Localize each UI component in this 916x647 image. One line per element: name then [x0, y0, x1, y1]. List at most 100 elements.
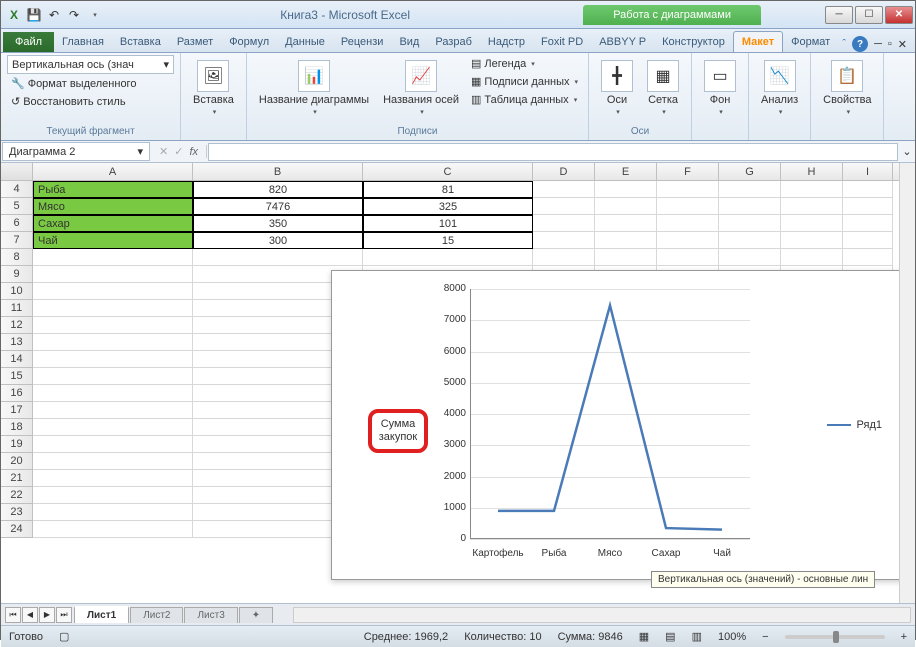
row-header-20[interactable]: 20 — [1, 453, 33, 470]
sheet-tab-3[interactable]: Лист3 — [184, 607, 237, 623]
tab-page-layout[interactable]: Размет — [169, 32, 221, 52]
tab-review[interactable]: Рецензи — [333, 32, 392, 52]
column-header-E[interactable]: E — [595, 163, 657, 180]
column-header-I[interactable]: I — [843, 163, 893, 180]
tab-addins[interactable]: Надстр — [480, 32, 533, 52]
axes-button[interactable]: ╋Оси — [595, 55, 639, 121]
cell-B7[interactable]: 300 — [193, 232, 363, 249]
tab-view[interactable]: Вид — [391, 32, 427, 52]
cell-H8[interactable] — [781, 249, 843, 266]
chart-element-selector[interactable]: Вертикальная ось (знач▾ — [7, 55, 174, 74]
cell-D5[interactable] — [533, 198, 595, 215]
row-header-16[interactable]: 16 — [1, 385, 33, 402]
data-table-button[interactable]: ▥Таблица данных — [467, 91, 582, 108]
cell-C4[interactable]: 81 — [363, 181, 533, 198]
cell-B4[interactable]: 820 — [193, 181, 363, 198]
cell-F8[interactable] — [657, 249, 719, 266]
cell-D8[interactable] — [533, 249, 595, 266]
row-header-15[interactable]: 15 — [1, 368, 33, 385]
tab-home[interactable]: Главная — [54, 32, 112, 52]
sheet-tab-2[interactable]: Лист2 — [130, 607, 183, 623]
sheet-tab-1[interactable]: Лист1 — [74, 606, 129, 623]
sheet-nav-first[interactable]: ⏮ — [5, 607, 21, 623]
row-header-23[interactable]: 23 — [1, 504, 33, 521]
gridlines-button[interactable]: ▦Сетка — [641, 55, 685, 121]
qat-customize[interactable] — [85, 6, 103, 24]
row-header-13[interactable]: 13 — [1, 334, 33, 351]
view-page-layout-icon[interactable]: ▤ — [665, 630, 675, 643]
tab-developer[interactable]: Разраб — [427, 32, 480, 52]
select-all-corner[interactable] — [1, 163, 33, 180]
cell-C8[interactable] — [363, 249, 533, 266]
cell-A12[interactable] — [33, 317, 193, 334]
row-header-18[interactable]: 18 — [1, 419, 33, 436]
cancel-formula-icon[interactable]: ✕ — [159, 145, 168, 158]
cell-I8[interactable] — [843, 249, 893, 266]
cell-D6[interactable] — [533, 215, 595, 232]
tab-formulas[interactable]: Формул — [221, 32, 277, 52]
view-page-break-icon[interactable]: ▥ — [692, 630, 702, 643]
y-axis-title-selected[interactable]: Сумма закупок — [368, 409, 428, 453]
embedded-chart[interactable]: 010002000300040005000600070008000 Картоф… — [331, 270, 911, 580]
cell-A22[interactable] — [33, 487, 193, 504]
tab-insert[interactable]: Вставка — [112, 32, 169, 52]
close-button[interactable]: ✕ — [885, 6, 913, 24]
cell-I4[interactable] — [843, 181, 893, 198]
tab-format[interactable]: Формат — [783, 32, 838, 52]
redo-button[interactable]: ↷ — [65, 6, 83, 24]
row-header-17[interactable]: 17 — [1, 402, 33, 419]
chart-title-button[interactable]: 📊Название диаграммы — [253, 55, 375, 121]
cell-A19[interactable] — [33, 436, 193, 453]
zoom-slider[interactable] — [785, 635, 885, 639]
save-button[interactable]: 💾 — [25, 6, 43, 24]
cell-B5[interactable]: 7476 — [193, 198, 363, 215]
cell-A23[interactable] — [33, 504, 193, 521]
cell-A11[interactable] — [33, 300, 193, 317]
cell-G4[interactable] — [719, 181, 781, 198]
cell-A9[interactable] — [33, 266, 193, 283]
row-header-21[interactable]: 21 — [1, 470, 33, 487]
cell-A7[interactable]: Чай — [33, 232, 193, 249]
view-normal-icon[interactable]: ▦ — [639, 630, 649, 643]
tab-layout-chart[interactable]: Макет — [733, 31, 783, 52]
column-header-A[interactable]: A — [33, 163, 193, 180]
tab-design[interactable]: Конструктор — [654, 32, 733, 52]
cell-A10[interactable] — [33, 283, 193, 300]
row-header-4[interactable]: 4 — [1, 181, 33, 198]
row-header-19[interactable]: 19 — [1, 436, 33, 453]
cell-E8[interactable] — [595, 249, 657, 266]
row-header-5[interactable]: 5 — [1, 198, 33, 215]
cell-A4[interactable]: Рыба — [33, 181, 193, 198]
cell-C7[interactable]: 15 — [363, 232, 533, 249]
row-header-11[interactable]: 11 — [1, 300, 33, 317]
fx-icon[interactable]: fx — [189, 146, 198, 158]
properties-button[interactable]: 📋Свойства — [817, 55, 877, 121]
row-header-14[interactable]: 14 — [1, 351, 33, 368]
cell-E7[interactable] — [595, 232, 657, 249]
cell-G8[interactable] — [719, 249, 781, 266]
sheet-nav-last[interactable]: ⏭ — [56, 607, 72, 623]
row-header-7[interactable]: 7 — [1, 232, 33, 249]
help-icon[interactable]: ? — [852, 36, 868, 52]
tab-data[interactable]: Данные — [277, 32, 333, 52]
analysis-button[interactable]: 📉Анализ — [755, 55, 804, 121]
cell-A8[interactable] — [33, 249, 193, 266]
cell-H4[interactable] — [781, 181, 843, 198]
cell-F7[interactable] — [657, 232, 719, 249]
vertical-scrollbar[interactable] — [899, 163, 915, 603]
reset-style-button[interactable]: ↺Восстановить стиль — [7, 93, 174, 110]
cell-B6[interactable]: 350 — [193, 215, 363, 232]
tab-file[interactable]: Файл — [3, 32, 54, 52]
insert-button[interactable]: 🖼Вставка — [187, 55, 240, 121]
undo-button[interactable]: ↶ — [45, 6, 63, 24]
cell-F6[interactable] — [657, 215, 719, 232]
data-labels-button[interactable]: ▦Подписи данных — [467, 73, 582, 90]
row-header-10[interactable]: 10 — [1, 283, 33, 300]
cell-G5[interactable] — [719, 198, 781, 215]
cell-A21[interactable] — [33, 470, 193, 487]
cell-D7[interactable] — [533, 232, 595, 249]
column-header-H[interactable]: H — [781, 163, 843, 180]
cell-A13[interactable] — [33, 334, 193, 351]
zoom-in-button[interactable]: + — [901, 631, 907, 643]
horizontal-scrollbar[interactable] — [293, 607, 911, 623]
